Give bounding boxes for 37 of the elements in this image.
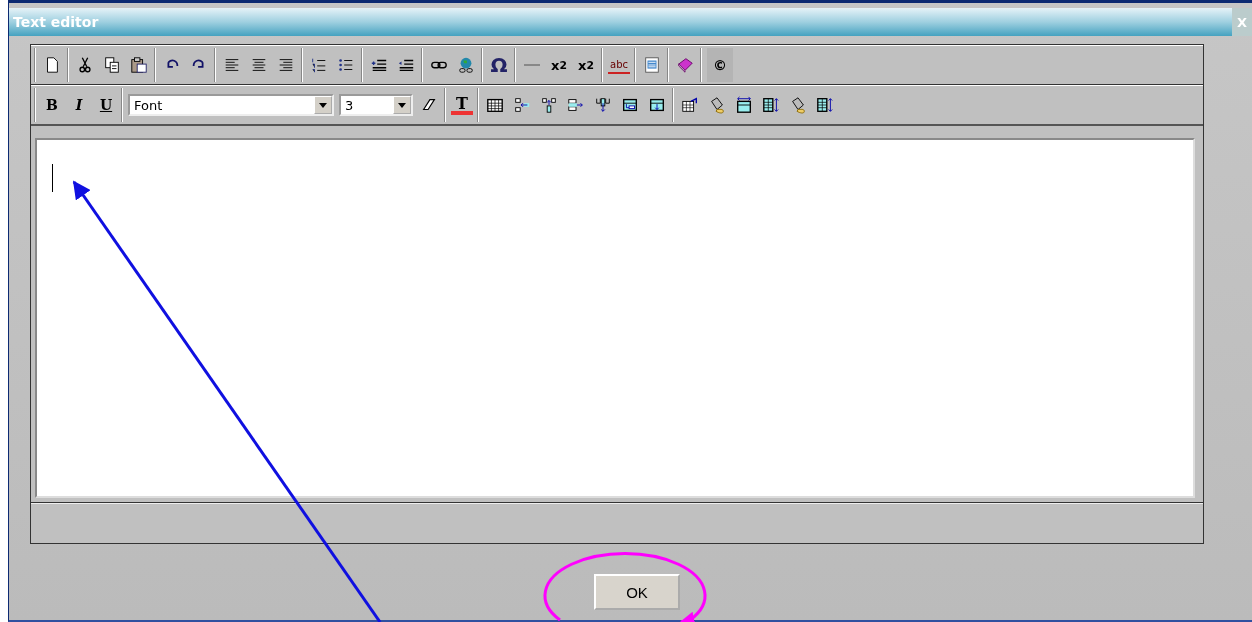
split-cells-icon bbox=[648, 96, 666, 114]
clipboard-icon bbox=[130, 56, 148, 74]
dropdown-arrow-icon bbox=[398, 102, 406, 108]
dropdown-arrow-icon bbox=[319, 102, 327, 108]
text-cursor bbox=[52, 164, 53, 192]
ok-button[interactable]: OK bbox=[594, 574, 680, 610]
symbol-button[interactable]: Ω bbox=[488, 53, 510, 77]
window-title: Text editor bbox=[12, 14, 99, 30]
insert-row-icon bbox=[594, 96, 612, 114]
size-dropdown[interactable]: 3 bbox=[339, 94, 413, 116]
insert-row-icon bbox=[540, 96, 558, 114]
text-color-button[interactable]: T bbox=[451, 95, 473, 115]
bold-button[interactable]: B bbox=[41, 93, 63, 117]
align-left-icon bbox=[223, 56, 241, 74]
column-width-icon bbox=[735, 96, 753, 114]
insert-column-icon bbox=[567, 96, 585, 114]
row-height-icon bbox=[816, 96, 834, 114]
underline-button[interactable]: U bbox=[95, 93, 117, 117]
word-document-icon bbox=[643, 56, 661, 74]
table-properties-icon bbox=[681, 96, 699, 114]
scissors-icon bbox=[76, 56, 94, 74]
font-dropdown[interactable]: Font bbox=[128, 94, 334, 116]
numbered-list-icon bbox=[310, 56, 328, 74]
insert-column-icon bbox=[513, 96, 531, 114]
merge-cells-icon bbox=[621, 96, 639, 114]
row-height-icon bbox=[762, 96, 780, 114]
spellcheck-button[interactable]: abc bbox=[608, 56, 630, 74]
copy-icon bbox=[103, 56, 121, 74]
table-icon bbox=[486, 96, 504, 114]
book-icon bbox=[676, 56, 694, 74]
align-center-icon bbox=[250, 56, 268, 74]
bullet-list-icon bbox=[337, 56, 355, 74]
copyright-button[interactable]: © bbox=[707, 48, 733, 82]
align-right-icon bbox=[277, 56, 295, 74]
horizontal-rule-icon bbox=[524, 64, 540, 66]
italic-button[interactable]: I bbox=[68, 93, 90, 117]
globe-link-icon bbox=[457, 56, 475, 74]
